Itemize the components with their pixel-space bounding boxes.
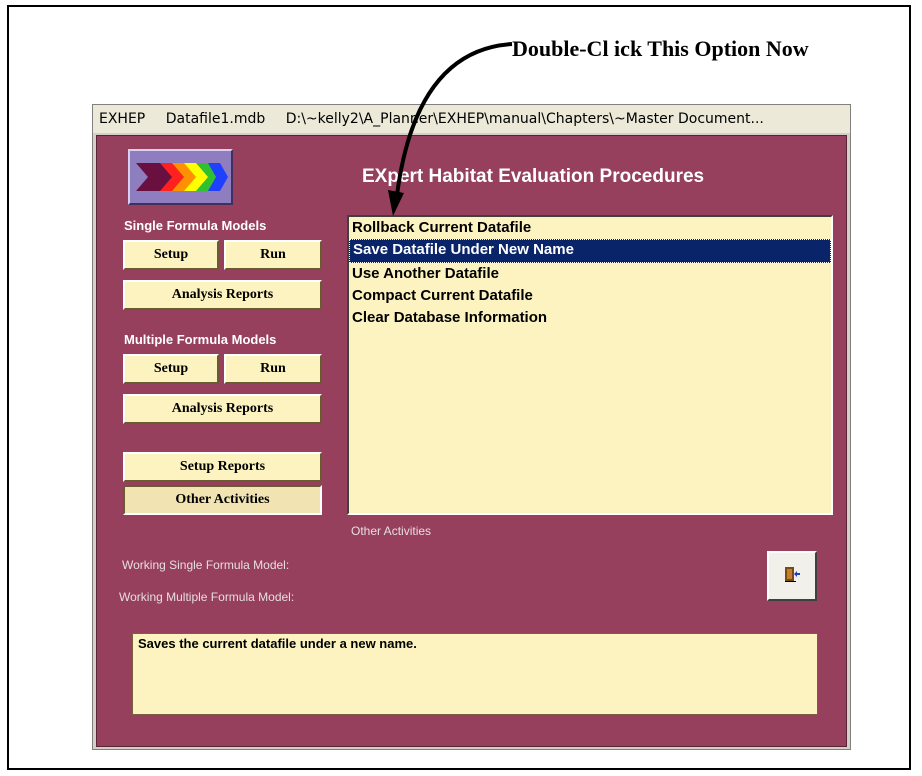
exit-button[interactable] [767,551,817,601]
list-item-compact[interactable]: Compact Current Datafile [349,285,831,307]
working-multiple-label: Working Multiple Formula Model: [119,590,295,604]
list-item-save-under-new-name[interactable]: Save Datafile Under New Name [349,239,831,263]
multiple-run-button[interactable]: Run [224,354,322,384]
app-title: EXpert Habitat Evaluation Procedures [362,166,705,187]
single-run-button[interactable]: Run [224,240,322,270]
annotation-text: Double-Cl ick This Option Now [512,36,809,61]
list-item-use-another[interactable]: Use Another Datafile [349,263,831,285]
title-app-name: EXHEP [99,111,146,127]
title-bar: EXHEP Datafile1.mdb D:\~kelly2\A_Planner… [93,105,850,133]
main-form: EXpert Habitat Evaluation Procedures Sin… [96,135,847,747]
multiple-setup-button[interactable]: Setup [123,354,219,384]
listbox-caption: Other Activities [351,524,432,538]
exit-door-icon [783,565,801,588]
working-single-label: Working Single Formula Model: [122,558,290,572]
app-window: EXHEP Datafile1.mdb D:\~kelly2\A_Planner… [92,104,851,750]
single-setup-button[interactable]: Setup [123,240,219,270]
single-analysis-reports-button[interactable]: Analysis Reports [123,280,322,310]
single-formula-label: Single Formula Models [124,218,267,233]
setup-reports-button[interactable]: Setup Reports [123,452,322,482]
title-path: D:\~kelly2\A_Planner\EXHEP\manual\Chapte… [285,111,764,127]
activities-listbox[interactable]: Rollback Current Datafile Save Datafile … [347,215,833,515]
multiple-analysis-reports-button[interactable]: Analysis Reports [123,394,322,424]
list-item-clear[interactable]: Clear Database Information [349,307,831,329]
status-description: Saves the current datafile under a new n… [132,633,818,715]
arrows-logo-icon [128,149,233,205]
list-item-rollback[interactable]: Rollback Current Datafile [349,217,831,239]
title-filename: Datafile1.mdb [165,111,266,127]
other-activities-button[interactable]: Other Activities [123,485,322,515]
multiple-formula-label: Multiple Formula Models [124,332,277,347]
